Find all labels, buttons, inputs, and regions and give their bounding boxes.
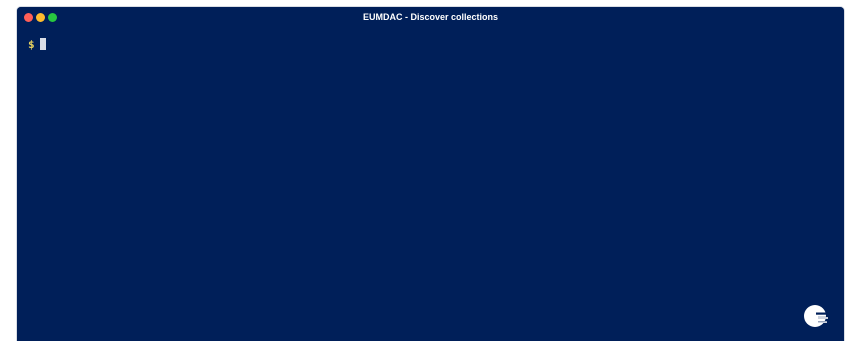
text-cursor xyxy=(39,38,46,50)
terminal-window: EUMDAC - Discover collections $ xyxy=(17,7,844,341)
command-line[interactable]: $ xyxy=(28,37,844,51)
window-title: EUMDAC - Discover collections xyxy=(362,12,499,22)
eumetsat-logo-icon xyxy=(804,305,829,327)
title-bar: EUMDAC - Discover collections xyxy=(17,7,844,27)
terminal-area[interactable]: $ xyxy=(28,37,844,341)
shell-prompt: $ xyxy=(28,37,35,51)
